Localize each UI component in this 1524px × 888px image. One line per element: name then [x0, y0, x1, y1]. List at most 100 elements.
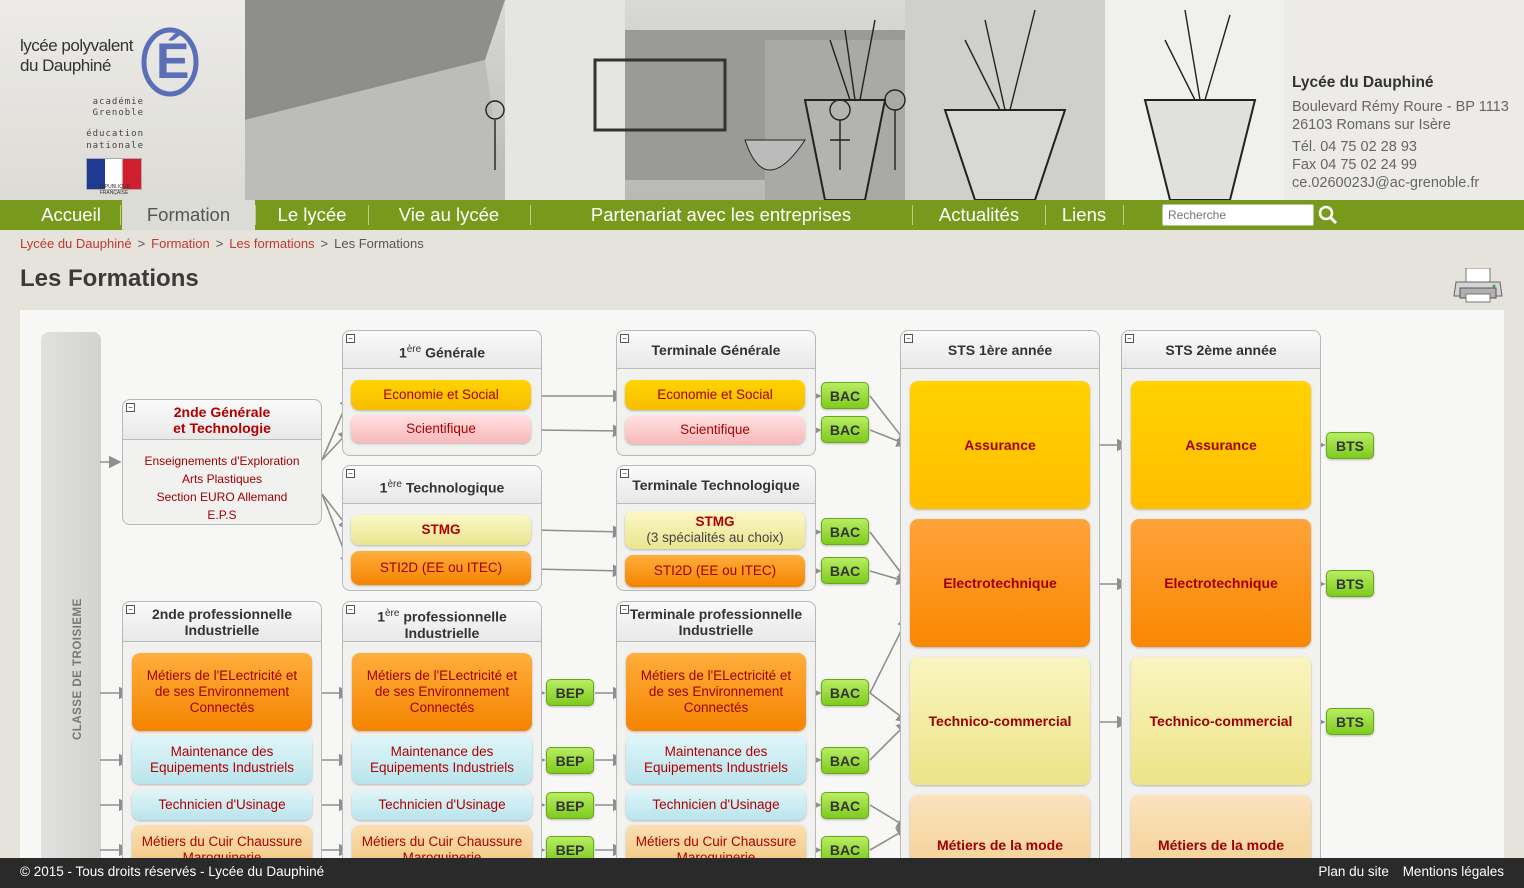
badge-bep[interactable]: BEP — [546, 792, 594, 819]
box-sts1-mode[interactable]: Métiers de la mode — [910, 795, 1090, 858]
box-premiere-sti2d[interactable]: STI2D (EE ou ITEC) — [351, 551, 531, 585]
logo-academie-label: académie — [92, 97, 144, 107]
box-sts1-assurance[interactable]: Assurance — [910, 381, 1090, 509]
box-terminale-sti2d[interactable]: STI2D (EE ou ITEC) — [625, 555, 805, 587]
breadcrumb-current: Les Formations — [334, 236, 424, 251]
box-terminale-mei[interactable]: Maintenance des Equipements Industriels — [626, 736, 806, 784]
collapse-toggle-icon[interactable]: − — [126, 605, 135, 614]
premiere-pro-pre: 1 — [377, 608, 385, 625]
header-sketch-image — [245, 0, 1285, 200]
box-terminale-eco-social[interactable]: Economie et Social — [625, 380, 805, 410]
search-input[interactable] — [1162, 204, 1314, 226]
nav-formation[interactable]: Formation — [122, 200, 255, 230]
address-city: 26103 Romans sur Isère — [1292, 117, 1451, 133]
badge-bep[interactable]: BEP — [546, 747, 594, 774]
badge-bac[interactable]: BAC — [821, 679, 869, 706]
seconde-pro-line2: Industrielle — [184, 622, 260, 638]
badge-bac[interactable]: BAC — [821, 836, 869, 858]
badge-bts[interactable]: BTS — [1326, 570, 1374, 597]
premiere-pro-sup: ère — [384, 608, 400, 619]
box-terminale-stmg[interactable]: STMG (3 spécialités au choix) — [625, 511, 805, 549]
badge-bts[interactable]: BTS — [1326, 432, 1374, 459]
school-logo[interactable]: lycée polyvalent du Dauphiné É académie … — [0, 0, 245, 200]
nav-le-lycee[interactable]: Le lycée — [258, 200, 366, 230]
box-sts2-electrotechnique[interactable]: Electrotechnique — [1131, 519, 1311, 647]
box-premiere-scientifique[interactable]: Scientifique — [351, 415, 531, 443]
badge-bac[interactable]: BAC — [821, 416, 869, 443]
premiere-techno-title: Technologique — [405, 479, 505, 496]
school-name: Lycée du Dauphiné — [1292, 74, 1434, 91]
search-icon[interactable] — [1318, 205, 1338, 225]
box-premiere-mei[interactable]: Maintenance des Equipements Industriels — [352, 736, 532, 784]
page-title: Les Formations — [20, 265, 199, 292]
seconde-option[interactable]: E.P.S — [123, 506, 321, 524]
collapse-toggle-icon[interactable]: − — [1125, 334, 1134, 343]
box-seconde-melec[interactable]: Métiers de l'ELectricité et de ses Envir… — [132, 653, 312, 731]
breadcrumb-formation[interactable]: Formation — [151, 236, 210, 251]
nav-accueil[interactable]: Accueil — [26, 200, 116, 230]
box-premiere-stmg[interactable]: STMG — [351, 515, 531, 545]
badge-bac[interactable]: BAC — [821, 557, 869, 584]
collapse-toggle-icon[interactable]: − — [346, 605, 355, 614]
panel-premiere-techno-head: 1ère Technologique — [343, 466, 541, 504]
box-premiere-cuir[interactable]: Métiers du Cuir Chaussure Maroquinerie — [352, 825, 532, 858]
collapse-toggle-icon[interactable]: − — [346, 334, 355, 343]
nav-actualites[interactable]: Actualités — [914, 200, 1044, 230]
collapse-toggle-icon[interactable]: − — [620, 605, 629, 614]
box-seconde-usinage[interactable]: Technicien d'Usinage — [132, 790, 312, 820]
badge-bac[interactable]: BAC — [821, 382, 869, 409]
box-terminale-cuir[interactable]: Métiers du Cuir Chaussure Maroquinerie — [626, 825, 806, 858]
badge-bep[interactable]: BEP — [546, 679, 594, 706]
nav-vie-au-lycee[interactable]: Vie au lycée — [370, 200, 528, 230]
seconde-option[interactable]: Arts Plastiques — [123, 470, 321, 488]
collapse-toggle-icon[interactable]: − — [904, 334, 913, 343]
badge-bac[interactable]: BAC — [821, 792, 869, 819]
premiere-generale-title: Générale — [425, 344, 486, 361]
box-terminale-scientifique[interactable]: Scientifique — [625, 416, 805, 444]
box-sts1-technico[interactable]: Technico-commercial — [910, 657, 1090, 785]
logo-line1: lycée polyvalent — [20, 36, 133, 55]
box-sts2-assurance[interactable]: Assurance — [1131, 381, 1311, 509]
box-premiere-eco-social[interactable]: Economie et Social — [351, 380, 531, 410]
address-street: Boulevard Rémy Roure - BP 1113 — [1292, 99, 1509, 115]
premiere-pro-line1: professionnelle — [403, 608, 507, 625]
breadcrumb-home[interactable]: Lycée du Dauphiné — [20, 236, 132, 251]
box-premiere-usinage[interactable]: Technicien d'Usinage — [352, 790, 532, 820]
footer-link-mentions[interactable]: Mentions légales — [1403, 864, 1504, 879]
box-sts1-electrotechnique[interactable]: Electrotechnique — [910, 519, 1090, 647]
box-premiere-melec[interactable]: Métiers de l'ELectricité et de ses Envir… — [352, 653, 532, 731]
logo-education-line1: éducation — [86, 129, 144, 139]
logo-education: éducation nationale — [82, 128, 144, 152]
badge-bac[interactable]: BAC — [821, 518, 869, 545]
collapse-toggle-icon[interactable]: − — [346, 469, 355, 478]
svg-text:É: É — [156, 33, 189, 89]
seconde-option[interactable]: Section EURO Allemand — [123, 488, 321, 506]
premiere-generale-sup: ère — [406, 344, 422, 355]
badge-bep[interactable]: BEP — [546, 836, 594, 858]
logo-wordmark: lycée polyvalent du Dauphiné — [20, 36, 133, 76]
address-tel: Tél. 04 75 02 28 93 — [1292, 139, 1417, 155]
address-email[interactable]: ce.0260023J@ac-grenoble.fr — [1292, 174, 1524, 192]
collapse-toggle-icon[interactable]: − — [126, 403, 135, 412]
collapse-toggle-icon[interactable]: − — [620, 469, 629, 478]
site-footer: © 2015 - Tous droits réservés - Lycée du… — [0, 858, 1524, 888]
nav-partenariat[interactable]: Partenariat avec les entreprises — [532, 200, 910, 230]
box-seconde-mei[interactable]: Maintenance des Equipements Industriels — [132, 736, 312, 784]
nav-liens[interactable]: Liens — [1047, 200, 1121, 230]
seconde-option[interactable]: Enseignements d'Exploration — [123, 452, 321, 470]
box-sts2-mode[interactable]: Métiers de la mode — [1131, 795, 1311, 858]
panel-seconde-gt: 2nde Générale et Technologie − Enseignem… — [122, 399, 322, 525]
badge-bts[interactable]: BTS — [1326, 708, 1374, 735]
box-terminale-usinage[interactable]: Technicien d'Usinage — [626, 790, 806, 820]
box-seconde-cuir[interactable]: Métiers du Cuir Chaussure Maroquinerie — [132, 825, 312, 858]
box-sts2-technico[interactable]: Technico-commercial — [1131, 657, 1311, 785]
address-fax: Fax 04 75 02 24 99 — [1292, 157, 1417, 173]
logo-education-line2: nationale — [86, 141, 144, 151]
collapse-toggle-icon[interactable]: − — [620, 334, 629, 343]
seconde-gt-line1: 2nde Générale — [173, 404, 271, 420]
badge-bac[interactable]: BAC — [821, 747, 869, 774]
breadcrumb-les-formations[interactable]: Les formations — [229, 236, 314, 251]
box-terminale-melec[interactable]: Métiers de l'ELectricité et de ses Envir… — [626, 653, 806, 731]
footer-link-plan[interactable]: Plan du site — [1318, 864, 1389, 879]
printer-icon[interactable] — [1452, 268, 1504, 304]
